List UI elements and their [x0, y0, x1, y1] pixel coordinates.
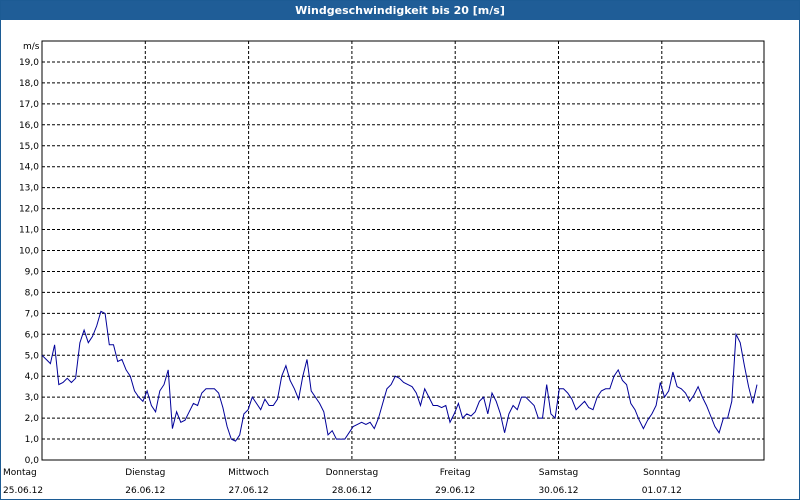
- x-tick-date-label: 26.06.12: [125, 486, 165, 496]
- x-tick-date-label: 01.07.12: [642, 486, 682, 496]
- x-tick-labels: Montag 25.06.12 Dienstag 26.06.12 Mittwoch 27…: [3, 468, 682, 496]
- x-tick-date-label: 27.06.12: [229, 486, 269, 496]
- x-tick-day-label: Sonntag: [643, 468, 680, 478]
- y-axis-label: m/s: [23, 42, 40, 52]
- y-tick-label: 12,0: [19, 205, 39, 215]
- y-tick-label: 2,0: [25, 414, 40, 424]
- y-tick-label: 16,0: [19, 121, 39, 131]
- x-tick-day-label: Mittwoch: [228, 468, 269, 478]
- y-tick-labels: 0,0 1,0 2,0 3,0 4,0 5,0 6,0 7,0 8,0 9,0 10,0 11,0 12…: [19, 58, 39, 466]
- y-tick-label: 17,0: [19, 100, 39, 110]
- y-tick-label: 15,0: [19, 142, 39, 152]
- x-tick-date-label: 30.06.12: [538, 486, 578, 496]
- y-tick-label: 6,0: [25, 330, 40, 340]
- x-tick-date-label: 25.06.12: [3, 486, 43, 496]
- x-tick-date-label: 29.06.12: [435, 486, 475, 496]
- y-tick-label: 9,0: [25, 267, 40, 277]
- y-tick-label: 14,0: [19, 163, 39, 173]
- y-tick-label: 3,0: [25, 393, 40, 403]
- wind-speed-chart: m/s 0,0 1,0 2,0 3,0 4,0 5,0 6,0 7,0 8,0 9,0 10,0 11…: [3, 40, 765, 496]
- y-tick-label: 4,0: [25, 372, 40, 382]
- x-tick-day-label: Samstag: [539, 468, 578, 478]
- grid-lines: [42, 41, 764, 460]
- y-tick-label: 5,0: [25, 351, 40, 361]
- y-tick-label: 18,0: [19, 79, 39, 89]
- x-tick-date-label: 28.06.12: [332, 486, 372, 496]
- y-tick-label: 7,0: [25, 309, 40, 319]
- y-tick-label: 19,0: [19, 58, 39, 68]
- chart-panel: m/s 0,0 1,0 2,0 3,0 4,0 5,0 6,0 7,0 8,0 9,0 10,0 11…: [1, 21, 799, 499]
- y-tick-label: 13,0: [19, 184, 39, 194]
- x-tick-day-label: Freitag: [440, 468, 471, 478]
- y-tick-label: 10,0: [19, 247, 39, 257]
- y-tick-label: 11,0: [19, 226, 39, 236]
- y-tick-label: 0,0: [25, 456, 40, 466]
- x-tick-day-label: Donnerstag: [326, 468, 379, 478]
- y-tick-label: 1,0: [25, 435, 40, 445]
- window-title: Windgeschwindigkeit bis 20 [m/s]: [1, 1, 799, 20]
- x-tick-day-label: Montag: [3, 468, 37, 478]
- chart-window: Windgeschwindigkeit bis 20 [m/s] m/s 0,0…: [0, 0, 800, 500]
- x-tick-day-label: Dienstag: [125, 468, 165, 478]
- y-tick-label: 8,0: [25, 288, 40, 298]
